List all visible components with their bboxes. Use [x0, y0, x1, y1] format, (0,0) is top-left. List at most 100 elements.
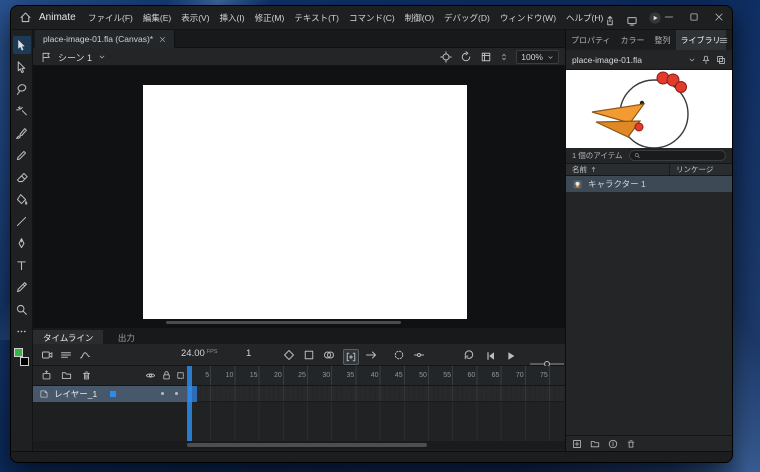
graph-icon[interactable]: [79, 349, 91, 361]
delete-item-icon[interactable]: [626, 439, 636, 449]
tab-color[interactable]: カラー: [616, 30, 650, 50]
layer-frames-track[interactable]: [187, 386, 567, 402]
playhead[interactable]: [187, 366, 192, 441]
menu-debug[interactable]: デバッグ(D): [439, 12, 495, 24]
column-name-header[interactable]: 名前: [566, 164, 670, 175]
lasso-tool[interactable]: [13, 80, 31, 98]
animate-window: Animate ファイル(F) 編集(E) 表示(V) 挿入(I) 修正(M) …: [10, 5, 733, 463]
lock-all-icon[interactable]: [161, 370, 172, 381]
center-stage-icon[interactable]: [440, 51, 452, 63]
stroke-color-swatch[interactable]: [13, 348, 23, 357]
timeline-scrollbar-handle[interactable]: [187, 443, 427, 447]
library-document-select[interactable]: place-image-01.fla: [566, 50, 732, 70]
text-tool[interactable]: [13, 256, 31, 274]
pin-library-icon[interactable]: [701, 55, 711, 65]
current-frame-field[interactable]: 1: [246, 348, 251, 359]
close-button[interactable]: [714, 12, 724, 22]
tab-align[interactable]: 整列: [650, 30, 676, 50]
edit-multiple-frames-icon[interactable]: [343, 349, 359, 365]
layer-lock-dot[interactable]: [175, 392, 178, 395]
menu-view[interactable]: 表示(V): [176, 12, 214, 24]
loop-icon[interactable]: [463, 349, 475, 361]
step-back-icon[interactable]: [485, 349, 497, 367]
library-search-box[interactable]: [628, 150, 726, 161]
menu-text[interactable]: テキスト(T): [289, 12, 344, 24]
new-folder-icon[interactable]: [61, 370, 72, 381]
menu-file[interactable]: ファイル(F): [83, 12, 138, 24]
menu-help[interactable]: ヘルプ(H): [561, 12, 608, 24]
onion-outline-icon[interactable]: [393, 349, 405, 361]
new-library-panel-icon[interactable]: [716, 55, 726, 65]
menu-edit[interactable]: 編集(E): [138, 12, 176, 24]
item-properties-icon[interactable]: [608, 439, 618, 449]
new-symbol-icon[interactable]: [572, 439, 582, 449]
layer-visibility-dot[interactable]: [161, 392, 164, 395]
scene-chevron-icon[interactable]: [98, 53, 106, 61]
menu-modify[interactable]: 修正(M): [250, 12, 290, 24]
tab-close-icon[interactable]: [159, 36, 166, 43]
zoom-stepper-icon[interactable]: [500, 52, 508, 62]
magic-wand-tool[interactable]: [13, 102, 31, 120]
ruler-number: 45: [394, 372, 403, 379]
more-tools-icon[interactable]: [13, 322, 31, 340]
timeline-layerbar: 5 10 15 20 25 30 35 40 45 50 55 60 65 70…: [33, 366, 567, 386]
eyedropper-tool[interactable]: [13, 278, 31, 296]
home-icon[interactable]: [19, 11, 32, 24]
eraser-tool[interactable]: [13, 168, 31, 186]
ruler-number: 15: [249, 372, 258, 379]
color-swatches: [13, 348, 31, 374]
show-hide-all-icon[interactable]: [145, 370, 156, 381]
rotate-view-icon[interactable]: [460, 51, 472, 63]
tools-panel: [11, 30, 33, 451]
paint-bucket-tool[interactable]: [13, 190, 31, 208]
insert-keyframe-icon[interactable]: [283, 349, 295, 361]
play-icon[interactable]: [505, 349, 517, 367]
anchor-onion-icon[interactable]: [413, 349, 425, 361]
outline-all-icon[interactable]: [175, 370, 186, 381]
stage-horizontal-scrollbar[interactable]: [166, 321, 401, 324]
menu-window[interactable]: ウィンドウ(W): [495, 12, 561, 24]
subselection-tool[interactable]: [13, 58, 31, 76]
document-tab-title: place-image-01.fla (Canvas)*: [43, 34, 154, 44]
stage-canvas[interactable]: [143, 85, 467, 319]
menu-insert[interactable]: 挿入(I): [215, 12, 250, 24]
zoom-select[interactable]: 100%: [516, 50, 559, 64]
timeline-horizontal-scrollbar[interactable]: [33, 441, 567, 449]
fill-color-swatch[interactable]: [19, 357, 29, 366]
new-folder-library-icon[interactable]: [590, 439, 600, 449]
panel-menu-icon[interactable]: [719, 36, 728, 45]
device-preview-icon[interactable]: [626, 15, 638, 27]
minimize-button[interactable]: [664, 12, 674, 22]
share-icon[interactable]: [604, 15, 616, 27]
selection-tool[interactable]: [12, 36, 31, 54]
zoom-chevron-icon: [548, 55, 553, 59]
pencil-tool[interactable]: [13, 146, 31, 164]
create-tween-icon[interactable]: [365, 349, 377, 361]
camera-icon[interactable]: [41, 349, 53, 361]
column-linkage-header[interactable]: リンケージ: [670, 164, 732, 175]
test-movie-icon[interactable]: [648, 11, 662, 30]
maximize-button[interactable]: [689, 12, 699, 22]
fps-value[interactable]: 24.00: [181, 348, 205, 359]
layer-depth-icon[interactable]: [60, 349, 72, 361]
layer-color-chip[interactable]: [110, 391, 117, 397]
fps-control[interactable]: 24.00 FPS: [181, 348, 217, 359]
library-item-row[interactable]: キャラクター 1: [566, 176, 732, 192]
menu-commands[interactable]: コマンド(C): [344, 12, 400, 24]
pen-tool[interactable]: [13, 234, 31, 252]
layer-name-cell[interactable]: レイヤー_1: [33, 386, 187, 402]
insert-frame-icon[interactable]: [303, 349, 315, 361]
brush-tool[interactable]: [13, 124, 31, 142]
onion-skin-icon[interactable]: [323, 349, 335, 361]
document-tab[interactable]: place-image-01.fla (Canvas)*: [35, 30, 176, 48]
new-layer-icon[interactable]: [41, 370, 52, 381]
menu-control[interactable]: 制御(O): [400, 12, 439, 24]
line-tool[interactable]: [13, 212, 31, 230]
clip-content-icon[interactable]: [480, 51, 492, 63]
tab-properties[interactable]: プロパティ: [566, 30, 616, 50]
timeline-ruler[interactable]: 5 10 15 20 25 30 35 40 45 50 55 60 65 70…: [187, 366, 567, 386]
layer-row[interactable]: レイヤー_1: [33, 386, 567, 402]
delete-layer-icon[interactable]: [81, 370, 92, 381]
zoom-tool[interactable]: [13, 300, 31, 318]
search-input[interactable]: [642, 151, 721, 160]
